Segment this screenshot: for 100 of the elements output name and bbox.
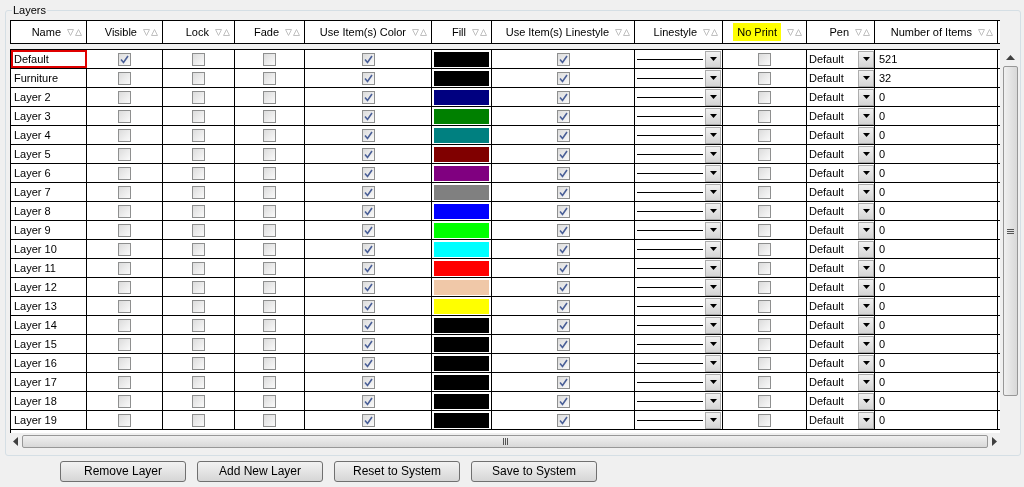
checkbox[interactable] xyxy=(556,375,570,389)
column-header[interactable]: Lock xyxy=(163,21,235,43)
color-swatch[interactable] xyxy=(434,89,489,105)
checkbox[interactable] xyxy=(118,318,131,332)
checkbox[interactable] xyxy=(192,71,205,85)
action-button[interactable]: Save to System xyxy=(471,461,597,482)
checkbox[interactable] xyxy=(192,413,205,427)
color-swatch[interactable] xyxy=(434,298,489,314)
checkbox[interactable] xyxy=(758,299,771,313)
checkbox[interactable] xyxy=(118,261,131,275)
dropdown-button[interactable] xyxy=(858,88,874,106)
dropdown-button[interactable] xyxy=(858,259,874,277)
checkbox[interactable] xyxy=(556,356,570,370)
dropdown-button[interactable] xyxy=(858,297,874,315)
checkbox[interactable] xyxy=(361,375,375,389)
dropdown-button[interactable] xyxy=(705,221,721,239)
checkbox[interactable] xyxy=(118,356,131,370)
dropdown-button[interactable] xyxy=(858,164,874,182)
layer-name[interactable]: Default xyxy=(14,50,49,68)
checkbox[interactable] xyxy=(758,242,771,256)
color-swatch[interactable] xyxy=(434,222,489,238)
dropdown-button[interactable] xyxy=(858,373,874,391)
layer-name[interactable]: Layer 12 xyxy=(14,278,57,296)
column-header[interactable]: Number of Items xyxy=(875,21,998,43)
checkbox[interactable] xyxy=(192,356,205,370)
color-swatch[interactable] xyxy=(434,317,489,333)
checkbox[interactable] xyxy=(263,204,276,218)
checkbox[interactable] xyxy=(556,109,570,123)
checkbox[interactable] xyxy=(118,280,131,294)
checkbox[interactable] xyxy=(361,261,375,275)
checkbox[interactable] xyxy=(192,128,205,142)
layer-name[interactable]: Layer 9 xyxy=(14,221,51,239)
checkbox[interactable] xyxy=(118,337,131,351)
checkbox[interactable] xyxy=(758,318,771,332)
layer-name[interactable]: Layer 3 xyxy=(14,107,51,125)
checkbox[interactable] xyxy=(263,147,276,161)
color-swatch[interactable] xyxy=(434,393,489,409)
layer-name[interactable]: Furniture xyxy=(14,69,59,87)
checkbox[interactable] xyxy=(556,413,570,427)
color-swatch[interactable] xyxy=(434,127,489,143)
checkbox[interactable] xyxy=(556,394,570,408)
checkbox[interactable] xyxy=(263,223,276,237)
dropdown-button[interactable] xyxy=(705,316,721,334)
checkbox[interactable] xyxy=(758,280,771,294)
scroll-up-icon[interactable] xyxy=(1005,55,1015,60)
color-swatch[interactable] xyxy=(434,146,489,162)
checkbox[interactable] xyxy=(556,318,570,332)
checkbox[interactable] xyxy=(758,109,771,123)
dropdown-button[interactable] xyxy=(858,392,874,410)
color-swatch[interactable] xyxy=(434,412,489,428)
dropdown-button[interactable] xyxy=(858,69,874,87)
checkbox[interactable] xyxy=(192,261,205,275)
column-header[interactable]: Name xyxy=(11,21,87,43)
layer-name[interactable]: Layer 6 xyxy=(14,164,51,182)
checkbox[interactable] xyxy=(556,90,570,104)
layer-name[interactable]: Layer 2 xyxy=(14,88,51,106)
checkbox[interactable] xyxy=(361,318,375,332)
dropdown-button[interactable] xyxy=(858,278,874,296)
checkbox[interactable] xyxy=(758,166,771,180)
checkbox[interactable] xyxy=(263,71,276,85)
checkbox[interactable] xyxy=(758,394,771,408)
checkbox[interactable] xyxy=(361,299,375,313)
color-swatch[interactable] xyxy=(434,355,489,371)
color-swatch[interactable] xyxy=(434,203,489,219)
checkbox[interactable] xyxy=(361,109,375,123)
dropdown-button[interactable] xyxy=(858,202,874,220)
checkbox[interactable] xyxy=(192,52,205,66)
checkbox[interactable] xyxy=(192,223,205,237)
checkbox[interactable] xyxy=(192,147,205,161)
checkbox[interactable] xyxy=(118,204,131,218)
layer-name[interactable]: Layer 4 xyxy=(14,126,51,144)
column-header[interactable]: Fade xyxy=(235,21,305,43)
checkbox[interactable] xyxy=(263,299,276,313)
checkbox[interactable] xyxy=(263,356,276,370)
layer-name[interactable]: Layer 10 xyxy=(14,240,57,258)
dropdown-button[interactable] xyxy=(705,69,721,87)
checkbox[interactable] xyxy=(556,299,570,313)
dropdown-button[interactable] xyxy=(858,316,874,334)
checkbox[interactable] xyxy=(263,166,276,180)
checkbox[interactable] xyxy=(361,147,375,161)
checkbox[interactable] xyxy=(361,166,375,180)
checkbox[interactable] xyxy=(758,223,771,237)
checkbox[interactable] xyxy=(361,52,375,66)
color-swatch[interactable] xyxy=(434,279,489,295)
dropdown-button[interactable] xyxy=(705,373,721,391)
checkbox[interactable] xyxy=(192,204,205,218)
dropdown-button[interactable] xyxy=(705,183,721,201)
column-header[interactable]: Fill xyxy=(432,21,492,43)
dropdown-button[interactable] xyxy=(858,411,874,429)
dropdown-button[interactable] xyxy=(705,164,721,182)
checkbox[interactable] xyxy=(118,299,131,313)
dropdown-button[interactable] xyxy=(705,392,721,410)
checkbox[interactable] xyxy=(556,166,570,180)
dropdown-button[interactable] xyxy=(858,126,874,144)
dropdown-button[interactable] xyxy=(858,145,874,163)
checkbox[interactable] xyxy=(263,413,276,427)
color-swatch[interactable] xyxy=(434,374,489,390)
column-header[interactable]: Visible xyxy=(87,21,163,43)
checkbox[interactable] xyxy=(556,242,570,256)
checkbox[interactable] xyxy=(361,128,375,142)
